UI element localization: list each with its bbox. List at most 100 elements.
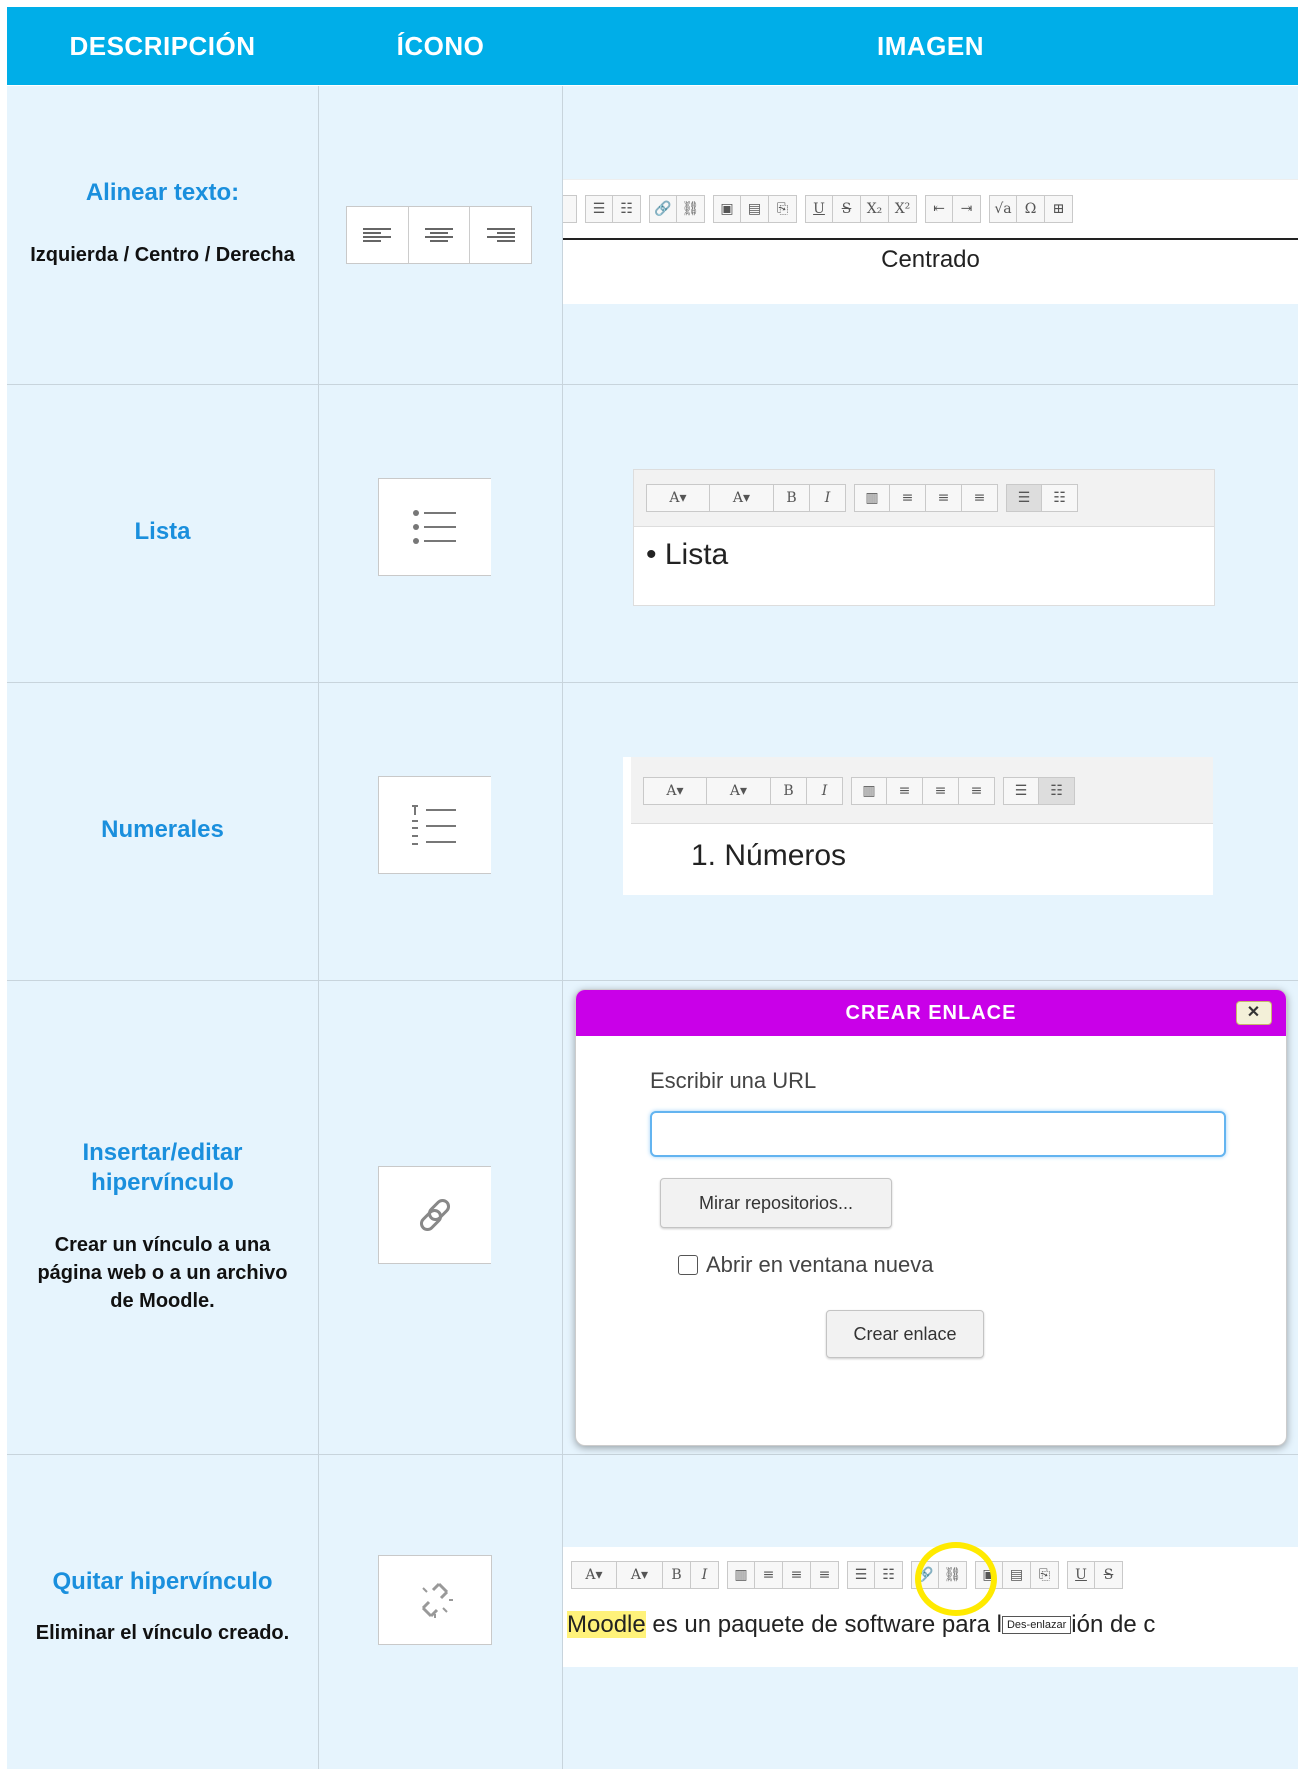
underline-icon[interactable]: U <box>1067 1561 1095 1589</box>
unlink-icon[interactable]: ⛓ <box>915 1542 997 1616</box>
outdent-icon[interactable]: ⇤ <box>925 195 953 223</box>
unlink-icon <box>378 1555 492 1645</box>
image-cell: A▾ A▾ B I ▥ ≡ ≡ ≡ ☰ ☷ • Lista <box>563 385 1298 682</box>
bullet-list-icon[interactable]: ☰ <box>1003 777 1039 805</box>
image-cell: CREAR ENLACE ✕ Escribir una URL Mirar re… <box>563 981 1298 1454</box>
bullet-list-icon[interactable]: ☰ <box>847 1561 875 1589</box>
indent-icon[interactable]: ⇥ <box>953 195 981 223</box>
unlink-icon[interactable]: ⛓ <box>677 195 705 223</box>
editor-toolbar: A▾ A▾ B I ▥ ≡ ≡ ≡ ☰ ☷ <box>643 777 1083 805</box>
table-row: Lista A▾ A▾ B I ▥ ≡ ≡ ≡ ☰ ☷ • Lista <box>7 385 1298 683</box>
browse-repositories-button[interactable]: Mirar repositorios... <box>660 1178 892 1228</box>
bold-icon[interactable]: B <box>774 484 810 512</box>
equation-icon[interactable]: √a <box>989 195 1017 223</box>
description-cell: Quitar hipervínculo Eliminar el vínculo … <box>7 1455 319 1769</box>
numbered-list-icon <box>378 776 491 874</box>
editor-content: 1. Números <box>691 839 847 872</box>
align-left-icon[interactable]: ≡ <box>887 777 923 805</box>
description-cell: Insertar/editar hipervínculo Crear un ví… <box>7 981 319 1454</box>
table-row: Numerales A▾ A▾ B I ▥ ≡ ≡ ≡ ☰ ☷ 1. Números <box>7 683 1298 981</box>
strikethrough-icon[interactable]: S <box>1095 1561 1123 1589</box>
font-color-icon[interactable]: A▾ <box>710 484 774 512</box>
new-window-checkbox[interactable] <box>678 1255 698 1275</box>
create-link-button[interactable]: Crear enlace <box>826 1310 984 1358</box>
align-center-icon[interactable]: ≡ <box>926 484 962 512</box>
header-icon: ÍCONO <box>396 31 485 61</box>
underline-icon[interactable]: U <box>805 195 833 223</box>
superscript-icon[interactable]: X² <box>889 195 917 223</box>
align-left-icon <box>347 207 409 263</box>
editor-toolbar: ☰ ☷ 🔗 ⛓ ▣ ▤ ⎘ U S X₂ X² ⇤ ⇥ √a Ω ⊞ <box>563 195 1081 223</box>
editor-content: • Lista <box>646 538 729 571</box>
columns-icon[interactable]: ▥ <box>727 1561 755 1589</box>
bold-icon[interactable]: B <box>771 777 807 805</box>
paste-icon[interactable]: ⎘ <box>769 195 797 223</box>
align-center-icon[interactable]: ≡ <box>923 777 959 805</box>
editor-toolbar: A▾ A▾ B I ▥ ≡ ≡ ≡ ☰ ☷ <box>646 484 1086 512</box>
align-right-icon[interactable]: ≡ <box>811 1561 839 1589</box>
align-left-icon[interactable]: ≡ <box>755 1561 783 1589</box>
editor-screenshot: ☰ ☷ 🔗 ⛓ ▣ ▤ ⎘ U S X₂ X² ⇤ ⇥ √a Ω ⊞ Centrado <box>563 179 1298 304</box>
media-icon[interactable]: ▤ <box>1003 1561 1031 1589</box>
header-image: IMAGEN <box>877 31 984 61</box>
media-icon[interactable]: ▤ <box>741 195 769 223</box>
editor-screenshot: A▾ A▾ B I ▥ ≡ ≡ ≡ ☰ ☷ • Lista <box>633 469 1215 606</box>
align-right-icon[interactable]: ≡ <box>959 777 995 805</box>
bullet-list-icon[interactable]: ☰ <box>585 195 613 223</box>
new-window-label: Abrir en ventana nueva <box>706 1252 934 1277</box>
align-center-icon[interactable]: ≡ <box>783 1561 811 1589</box>
font-color-icon[interactable]: A▾ <box>707 777 771 805</box>
table-header: DESCRIPCIÓN ÍCONO IMAGEN <box>7 7 1298 85</box>
font-color-icon[interactable]: A▾ <box>617 1561 663 1589</box>
image-icon[interactable]: ▣ <box>713 195 741 223</box>
editor-content: Moodle es un paquete de software para lD… <box>567 1611 1156 1638</box>
italic-icon[interactable]: I <box>810 484 846 512</box>
align-right-icon[interactable]: ≡ <box>962 484 998 512</box>
table-row: Quitar hipervínculo Eliminar el vínculo … <box>7 1455 1298 1769</box>
italic-icon[interactable]: I <box>691 1561 719 1589</box>
row-title: Quitar hipervínculo <box>52 1568 273 1595</box>
editor-content: Centrado <box>881 246 980 273</box>
row-description: Crear un vínculo a una página web o a un… <box>37 1234 288 1312</box>
unlink-tooltip: Des-enlazar <box>1001 1616 1072 1634</box>
font-size-icon[interactable]: A▾ <box>646 484 710 512</box>
font-size-icon[interactable]: A▾ <box>571 1561 617 1589</box>
special-char-icon[interactable]: Ω <box>1017 195 1045 223</box>
image-cell: A▾ A▾ B I ▥ ≡ ≡ ≡ ☰ ☷ 1. Números <box>563 683 1298 980</box>
table-icon[interactable]: ⊞ <box>1045 195 1073 223</box>
table-row: Insertar/editar hipervínculo Crear un ví… <box>7 981 1298 1455</box>
align-left-icon[interactable]: ≡ <box>890 484 926 512</box>
bold-icon[interactable]: B <box>663 1561 691 1589</box>
subscript-icon[interactable]: X₂ <box>861 195 889 223</box>
close-icon[interactable]: ✕ <box>1236 1001 1272 1025</box>
bullet-list-icon[interactable]: ☰ <box>1006 484 1042 512</box>
font-size-icon[interactable]: A▾ <box>643 777 707 805</box>
strikethrough-icon[interactable]: S <box>833 195 861 223</box>
row-title: Numerales <box>101 816 224 843</box>
header-description: DESCRIPCIÓN <box>69 31 256 61</box>
numbered-list-icon[interactable]: ☷ <box>1042 484 1078 512</box>
url-input[interactable] <box>650 1111 1226 1157</box>
align-right-icon <box>470 207 531 263</box>
image-cell: A▾ A▾ B I ▥ ≡ ≡ ≡ ☰ ☷ 🔗 ⛓ ▣ ▤ ⎘ US Moodle es un pa… <box>563 1455 1298 1769</box>
create-link-dialog: CREAR ENLACE ✕ Escribir una URL Mirar re… <box>575 989 1287 1446</box>
row-title: Alinear texto: <box>85 179 240 206</box>
paste-icon[interactable]: ⎘ <box>1031 1561 1059 1589</box>
numbered-list-icon[interactable]: ☷ <box>875 1561 903 1589</box>
dialog-title: CREAR ENLACE ✕ <box>576 990 1286 1036</box>
url-label: Escribir una URL <box>650 1068 817 1093</box>
editor-toolbar: A▾ A▾ B I ▥ ≡ ≡ ≡ ☰ ☷ 🔗 ⛓ ▣ ▤ ⎘ US <box>571 1542 1131 1616</box>
new-window-option[interactable]: Abrir en ventana nueva <box>678 1252 934 1278</box>
numbered-list-icon[interactable]: ☷ <box>613 195 641 223</box>
table-row: Alinear texto: Izquierda / Centro / Dere… <box>7 86 1298 385</box>
italic-icon[interactable]: I <box>807 777 843 805</box>
icon-cell <box>319 981 563 1454</box>
numbered-list-icon[interactable]: ☷ <box>1039 777 1075 805</box>
columns-icon[interactable]: ▥ <box>851 777 887 805</box>
row-title: Insertar/editar hipervínculo <box>82 1139 243 1196</box>
link-icon[interactable]: 🔗 <box>649 195 677 223</box>
highlighted-word: Moodle <box>567 1611 646 1638</box>
icon-cell <box>319 1455 563 1769</box>
columns-icon[interactable]: ▥ <box>854 484 890 512</box>
editor-screenshot: A▾ A▾ B I ▥ ≡ ≡ ≡ ☰ ☷ 🔗 ⛓ ▣ ▤ ⎘ US Moodle es un pa… <box>563 1542 1298 1667</box>
